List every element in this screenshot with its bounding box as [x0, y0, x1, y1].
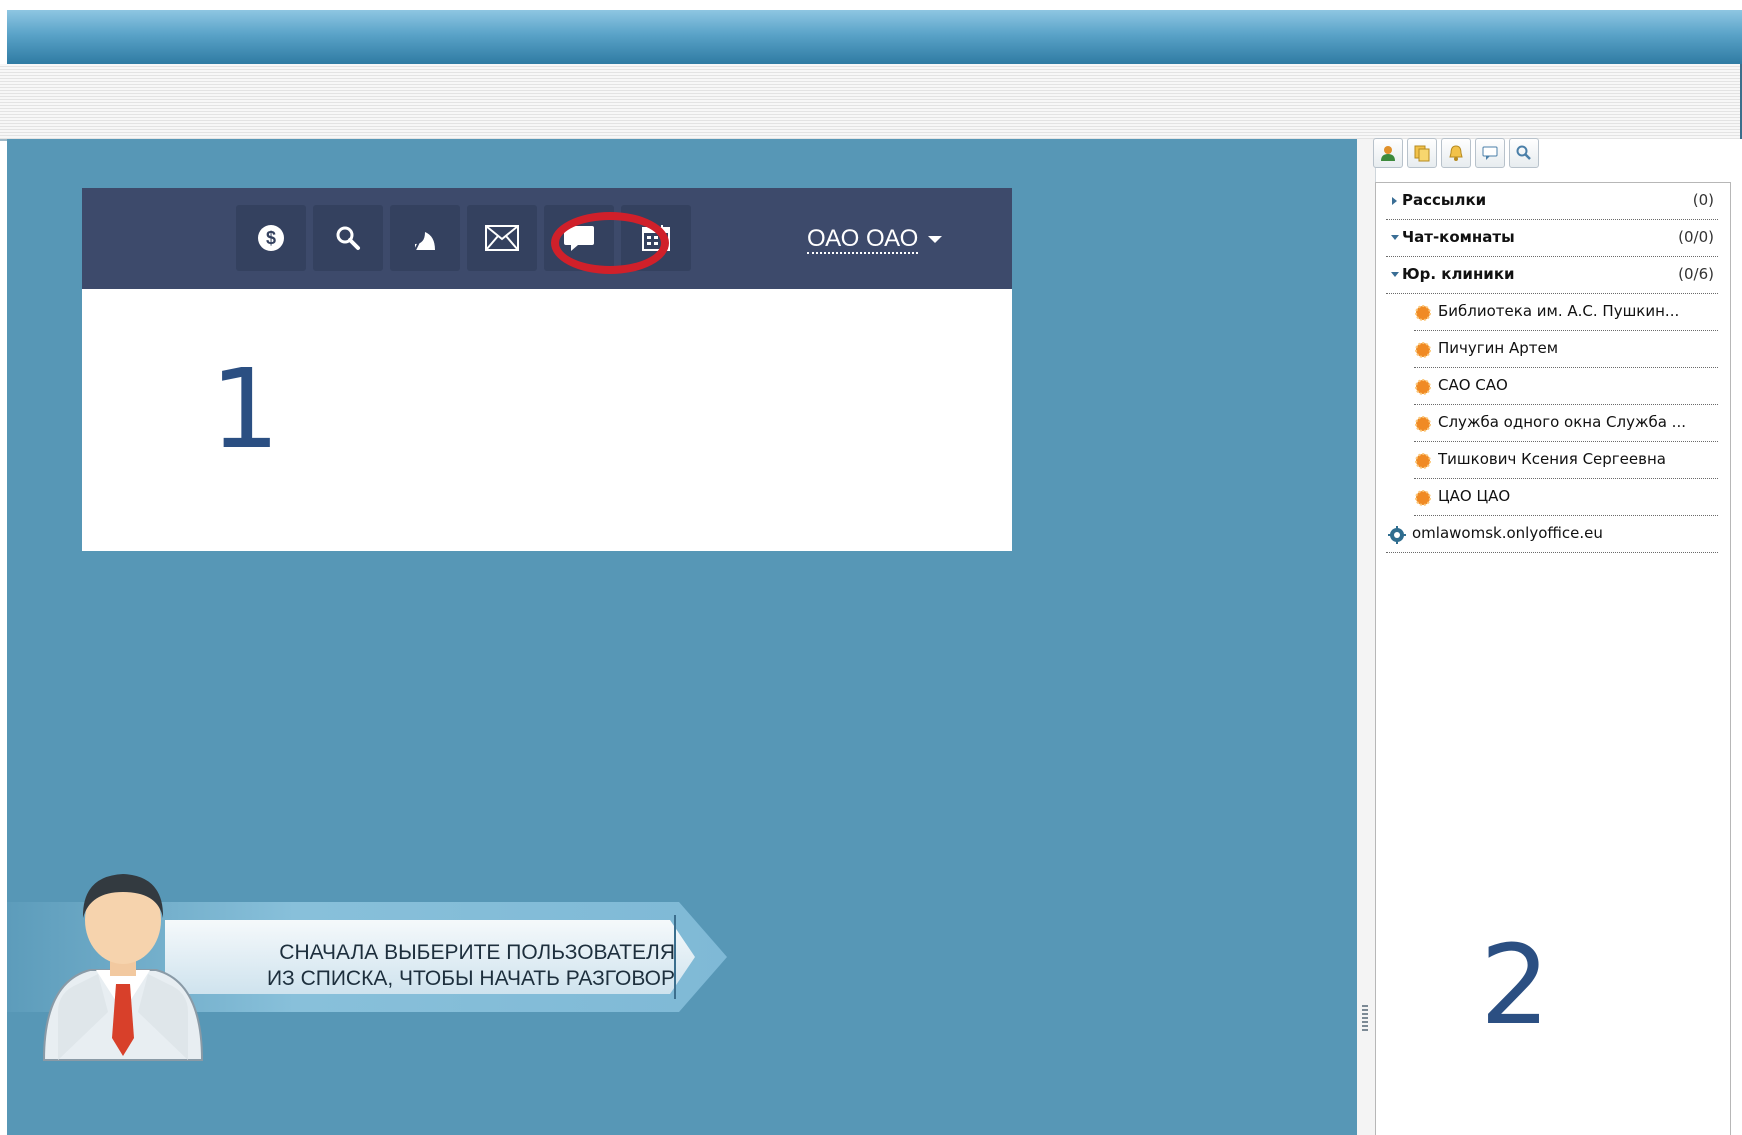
status-offline-icon	[1415, 379, 1431, 395]
splitter-grip-icon[interactable]	[1362, 1005, 1368, 1031]
user-avatar-icon	[42, 874, 204, 1061]
marker-two: 2	[1480, 921, 1550, 1049]
user-name: ОАО ОАО	[807, 225, 919, 254]
chat-icon[interactable]	[544, 205, 614, 271]
chevron-right-icon	[1392, 197, 1397, 205]
feed-icon[interactable]	[390, 205, 460, 271]
contact-item[interactable]: Библиотека им. А.С. Пушкин...	[1414, 294, 1718, 331]
sidebar-search-icon[interactable]	[1509, 138, 1539, 168]
contact-item[interactable]: Служба одного окна Служба ...	[1414, 405, 1718, 442]
status-offline-icon	[1415, 342, 1431, 358]
contacts-icon[interactable]	[1373, 138, 1403, 168]
contact-list: Рассылки (0) Чат-комнаты (0/0) Юр. клини…	[1375, 182, 1731, 1135]
chevron-down-icon	[1391, 235, 1399, 240]
chevron-down-icon	[1391, 272, 1399, 277]
balance-icon[interactable]: $	[236, 205, 306, 271]
server-icon	[1388, 526, 1406, 544]
status-offline-icon	[1415, 305, 1431, 321]
top-panel-header: $ ОАО ОАО	[82, 188, 1012, 289]
window-title-bar	[0, 0, 1742, 64]
status-offline-icon	[1415, 453, 1431, 469]
calendar-icon[interactable]	[621, 205, 691, 271]
chevron-down-icon	[928, 236, 943, 244]
user-menu[interactable]: ОАО ОАО	[807, 222, 943, 256]
add-group-icon[interactable]	[1407, 138, 1437, 168]
group-law-clinics[interactable]: Юр. клиники (0/6)	[1386, 257, 1718, 294]
contact-item[interactable]: Тишкович Ксения Сергеевна	[1414, 442, 1718, 479]
sidebar-toolbar	[1373, 138, 1539, 170]
message-icon[interactable]	[1475, 138, 1505, 168]
status-offline-icon	[1415, 490, 1431, 506]
search-icon[interactable]	[313, 205, 383, 271]
group-chat-rooms[interactable]: Чат-комнаты (0/0)	[1386, 220, 1718, 257]
hint-banner-text: СНАЧАЛА ВЫБЕРИТЕ ПОЛЬЗОВАТЕЛЯ ИЗ СПИСКА,…	[266, 941, 675, 990]
group-mailings[interactable]: Рассылки (0)	[1386, 183, 1718, 220]
contact-item[interactable]: ЦАО ЦАО	[1414, 479, 1718, 516]
svg-text:$: $	[266, 228, 276, 248]
status-offline-icon	[1415, 416, 1431, 432]
contact-item[interactable]: САО САО	[1414, 368, 1718, 405]
sidebar-splitter[interactable]	[1357, 139, 1376, 1135]
window-toolbar	[0, 64, 1742, 141]
top-panel-inset: $ ОАО ОАО 1	[82, 188, 1012, 551]
mail-icon[interactable]	[467, 205, 537, 271]
contact-item[interactable]: Пичугин Артем	[1414, 331, 1718, 368]
alert-icon[interactable]	[1441, 138, 1471, 168]
marker-one: 1	[210, 345, 280, 473]
server-item[interactable]: omlawomsk.onlyoffice.eu	[1386, 516, 1718, 553]
